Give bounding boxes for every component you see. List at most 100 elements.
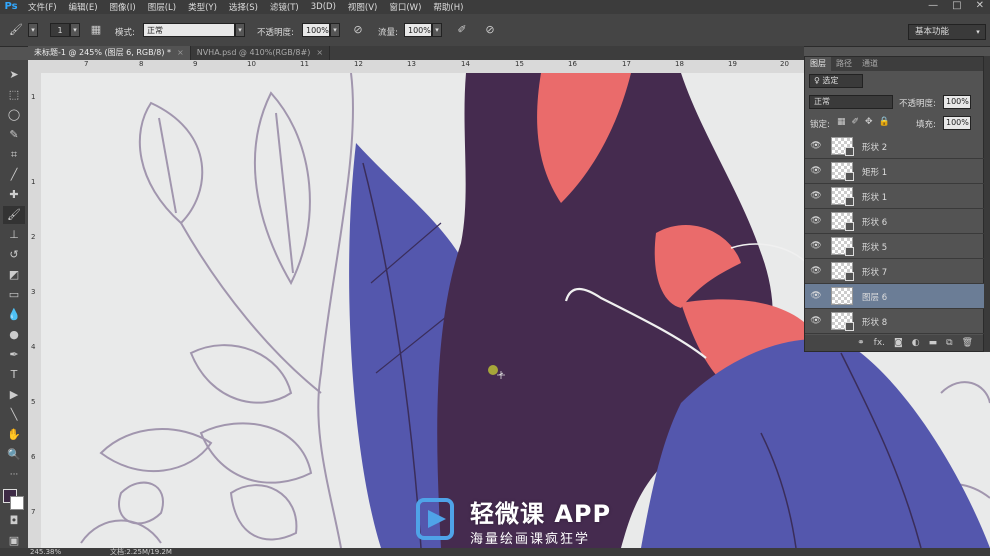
- type-tool-icon[interactable]: T: [3, 366, 25, 384]
- layer-row[interactable]: 👁 矩形 1: [805, 159, 985, 184]
- menu-filter[interactable]: 滤镜(T): [264, 1, 305, 13]
- blur-tool-icon[interactable]: 💧: [3, 306, 25, 324]
- close-button[interactable]: ✕: [976, 0, 984, 12]
- airbrush-icon[interactable]: ✐: [454, 23, 470, 37]
- mode-label: 模式:: [115, 28, 135, 38]
- brush-size-field[interactable]: 1: [50, 23, 70, 37]
- brush-panel-icon[interactable]: ▦: [88, 23, 104, 37]
- layer-row[interactable]: 👁 形状 7: [805, 259, 985, 284]
- menu-select[interactable]: 选择(S): [223, 1, 264, 13]
- zoom-tool-icon[interactable]: 🔍: [3, 446, 25, 464]
- quick-mask-icon[interactable]: ◘: [3, 512, 25, 530]
- layer-row[interactable]: 👁 形状 8: [805, 309, 985, 334]
- menu-window[interactable]: 窗口(W): [383, 1, 427, 13]
- eye-icon[interactable]: 👁: [810, 190, 822, 202]
- brush-size-dropdown[interactable]: ▾: [70, 23, 80, 37]
- tab-untitled-1[interactable]: 未标题-1 @ 245% (图层 6, RGB/8) * ×: [28, 46, 191, 60]
- menu-layer[interactable]: 图层(L): [142, 1, 182, 13]
- menu-type[interactable]: 类型(Y): [182, 1, 223, 13]
- quick-select-tool-icon[interactable]: ✎: [3, 126, 25, 144]
- blend-mode-select[interactable]: 正常: [809, 95, 893, 109]
- dodge-tool-icon[interactable]: ●: [3, 326, 25, 344]
- line-tool-icon[interactable]: ╲: [3, 406, 25, 424]
- tab-layers[interactable]: 图层: [805, 57, 831, 71]
- ruler-tick: 2: [31, 233, 36, 241]
- minimize-button[interactable]: —: [928, 0, 938, 12]
- menu-view[interactable]: 视图(V): [342, 1, 383, 13]
- eyedropper-tool-icon[interactable]: ╱: [3, 166, 25, 184]
- more-tools-icon[interactable]: ···: [3, 466, 25, 484]
- lasso-tool-icon[interactable]: ◯: [3, 106, 25, 124]
- background-color-swatch[interactable]: [10, 496, 24, 510]
- status-bar: 245.38% 文档:2.25M/19.2M: [0, 548, 990, 556]
- tab-nvha[interactable]: NVHA.psd @ 410%(RGB/8#) ×: [190, 46, 331, 60]
- brush-tool-icon[interactable]: 🖌: [3, 206, 25, 224]
- layer-row-selected[interactable]: 👁 图层 6: [805, 284, 985, 309]
- gradient-tool-icon[interactable]: ▭: [3, 286, 25, 304]
- mode-select[interactable]: 正常: [143, 23, 235, 37]
- eye-icon[interactable]: 👁: [810, 290, 822, 302]
- close-tab-icon[interactable]: ×: [316, 48, 323, 57]
- layer-opacity-field[interactable]: 100%: [943, 95, 971, 109]
- layer-row[interactable]: 👁 形状 1: [805, 184, 985, 209]
- link-icon[interactable]: ⚭: [857, 338, 865, 348]
- opacity-field[interactable]: 100%: [302, 23, 330, 37]
- menu-help[interactable]: 帮助(H): [427, 1, 469, 13]
- layer-row[interactable]: 👁 形状 6: [805, 209, 985, 234]
- fill-field[interactable]: 100%: [943, 116, 971, 130]
- zoom-level[interactable]: 245.38%: [30, 548, 61, 556]
- layer-row[interactable]: 👁 形状 5: [805, 234, 985, 259]
- tab-channels[interactable]: 通道: [857, 57, 883, 71]
- eye-icon[interactable]: 👁: [810, 240, 822, 252]
- marquee-tool-icon[interactable]: ⬚: [3, 86, 25, 104]
- layers-panel-footer: ⚭ fx. ◙ ◐ ▬ ⧉ 🗑: [805, 335, 983, 351]
- adjustment-icon[interactable]: ◐: [912, 338, 920, 348]
- tool-preset-dropdown[interactable]: ▾: [28, 23, 38, 37]
- healing-brush-tool-icon[interactable]: ✚: [3, 186, 25, 204]
- layers-scrollbar[interactable]: [984, 56, 990, 352]
- opacity-dropdown[interactable]: ▾: [330, 23, 340, 37]
- layer-filter-select[interactable]: ♀ 选定: [809, 74, 863, 88]
- menu-edit[interactable]: 编辑(E): [63, 1, 104, 13]
- brush-tool-icon[interactable]: 🖌: [8, 23, 24, 37]
- lock-icons[interactable]: ▦✐✥🔒: [837, 117, 896, 127]
- eye-icon[interactable]: 👁: [810, 165, 822, 177]
- ruler-tick: 6: [31, 453, 36, 461]
- menu-image[interactable]: 图像(I): [104, 1, 142, 13]
- tab-paths[interactable]: 路径: [831, 57, 857, 71]
- trash-icon[interactable]: 🗑: [962, 338, 973, 348]
- clone-stamp-tool-icon[interactable]: ⊥: [3, 226, 25, 244]
- ruler-tick: 7: [31, 508, 36, 516]
- eye-icon[interactable]: 👁: [810, 315, 822, 327]
- layer-row[interactable]: 👁 形状 2: [805, 134, 985, 159]
- pen-tool-icon[interactable]: ✒: [3, 346, 25, 364]
- pressure-opacity-icon[interactable]: ⊘: [350, 23, 366, 37]
- restore-button[interactable]: □: [952, 0, 961, 12]
- eraser-tool-icon[interactable]: ◩: [3, 266, 25, 284]
- hand-tool-icon[interactable]: ✋: [3, 426, 25, 444]
- flow-field[interactable]: 100%: [404, 23, 432, 37]
- pressure-size-icon[interactable]: ⊘: [482, 23, 498, 37]
- flow-label: 流量:: [378, 28, 398, 38]
- mask-icon[interactable]: ◙: [894, 338, 903, 348]
- menu-file[interactable]: 文件(F): [22, 1, 63, 13]
- menu-3d[interactable]: 3D(D): [305, 2, 342, 12]
- move-tool-icon[interactable]: ➤: [3, 66, 25, 84]
- tab-label: NVHA.psd @ 410%(RGB/8#): [196, 48, 311, 57]
- close-tab-icon[interactable]: ×: [177, 48, 184, 57]
- flow-dropdown[interactable]: ▾: [432, 23, 442, 37]
- history-brush-tool-icon[interactable]: ↺: [3, 246, 25, 264]
- new-layer-icon[interactable]: ⧉: [946, 338, 952, 348]
- layer-name: 形状 8: [862, 318, 888, 328]
- path-selection-tool-icon[interactable]: ▶: [3, 386, 25, 404]
- workspace-dropdown-arrow[interactable]: ▾: [972, 24, 984, 40]
- eye-icon[interactable]: 👁: [810, 215, 822, 227]
- fx-icon[interactable]: fx.: [874, 338, 885, 348]
- eye-icon[interactable]: 👁: [810, 265, 822, 277]
- crop-tool-icon[interactable]: ⌗: [3, 146, 25, 164]
- eye-icon[interactable]: 👁: [810, 140, 822, 152]
- folder-icon[interactable]: ▬: [929, 338, 938, 348]
- mode-dropdown-arrow[interactable]: ▾: [235, 23, 245, 37]
- layer-name: 形状 6: [862, 218, 888, 228]
- ruler-tick: 7: [84, 60, 89, 68]
